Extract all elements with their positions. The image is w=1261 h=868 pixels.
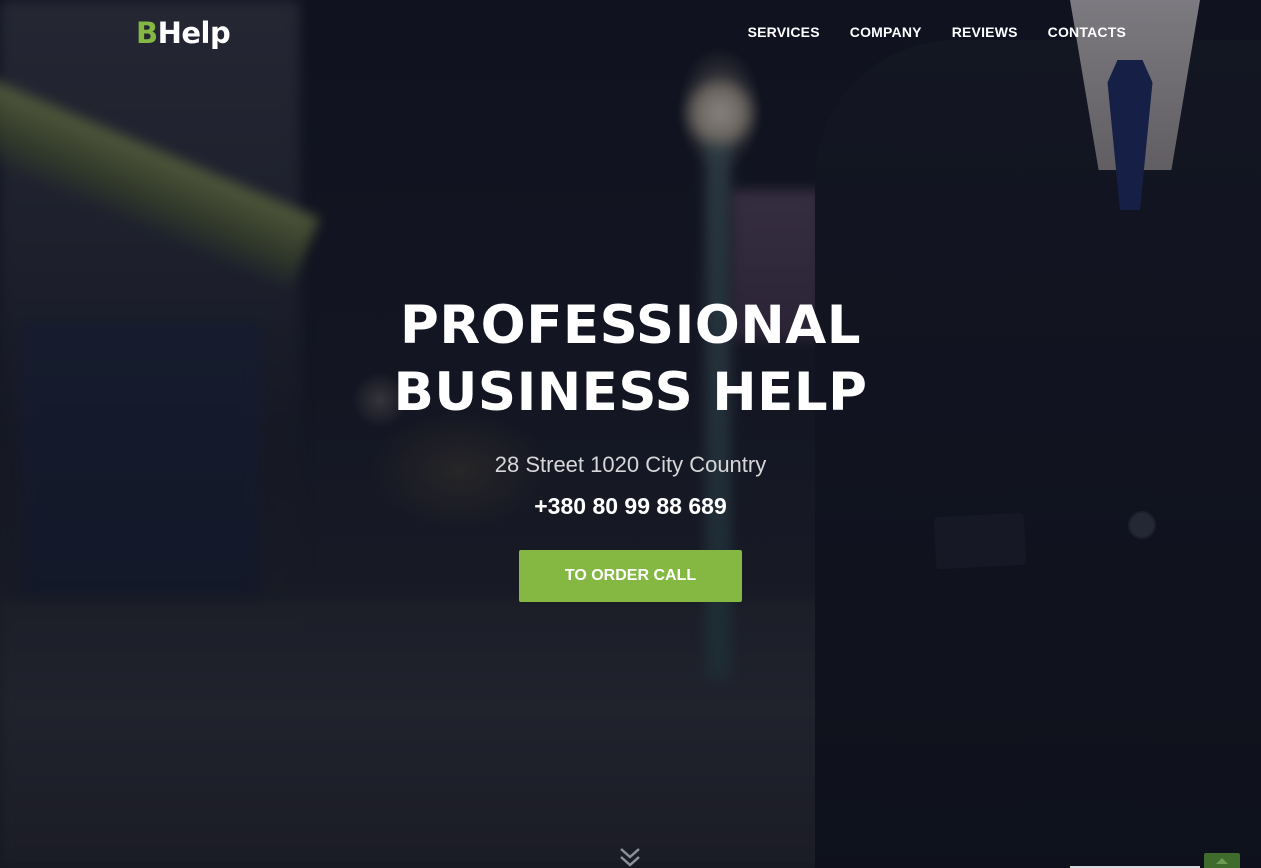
nav-item-contacts[interactable]: CONTACTS xyxy=(1048,24,1126,40)
hero-title-line-1: PROFESSIONAL xyxy=(399,295,861,356)
hero-title: PROFESSIONAL BUSINESS HELP xyxy=(0,292,1261,426)
nav-item-services[interactable]: SERVICES xyxy=(748,24,820,40)
logo[interactable]: BHelp xyxy=(136,16,231,50)
arrow-up-icon xyxy=(1216,858,1228,864)
hero-section: BHelp SERVICES COMPANY REVIEWS CONTACTS … xyxy=(0,0,1261,868)
order-call-button[interactable]: TO ORDER CALL xyxy=(519,550,742,602)
double-chevron-down-icon[interactable] xyxy=(617,846,643,868)
nav-item-reviews[interactable]: REVIEWS xyxy=(952,24,1018,40)
hero-title-line-2: BUSINESS HELP xyxy=(393,362,868,423)
nav-item-company[interactable]: COMPANY xyxy=(850,24,922,40)
hero-content: PROFESSIONAL BUSINESS HELP 28 Street 102… xyxy=(0,292,1261,602)
logo-letter-b: B xyxy=(136,16,158,50)
main-nav: SERVICES COMPANY REVIEWS CONTACTS xyxy=(748,24,1126,40)
phone-number[interactable]: +380 80 99 88 689 xyxy=(0,493,1261,520)
scroll-to-top-button[interactable] xyxy=(1204,853,1240,868)
address-text: 28 Street 1020 City Country xyxy=(494,452,767,477)
logo-text: Help xyxy=(157,16,231,50)
